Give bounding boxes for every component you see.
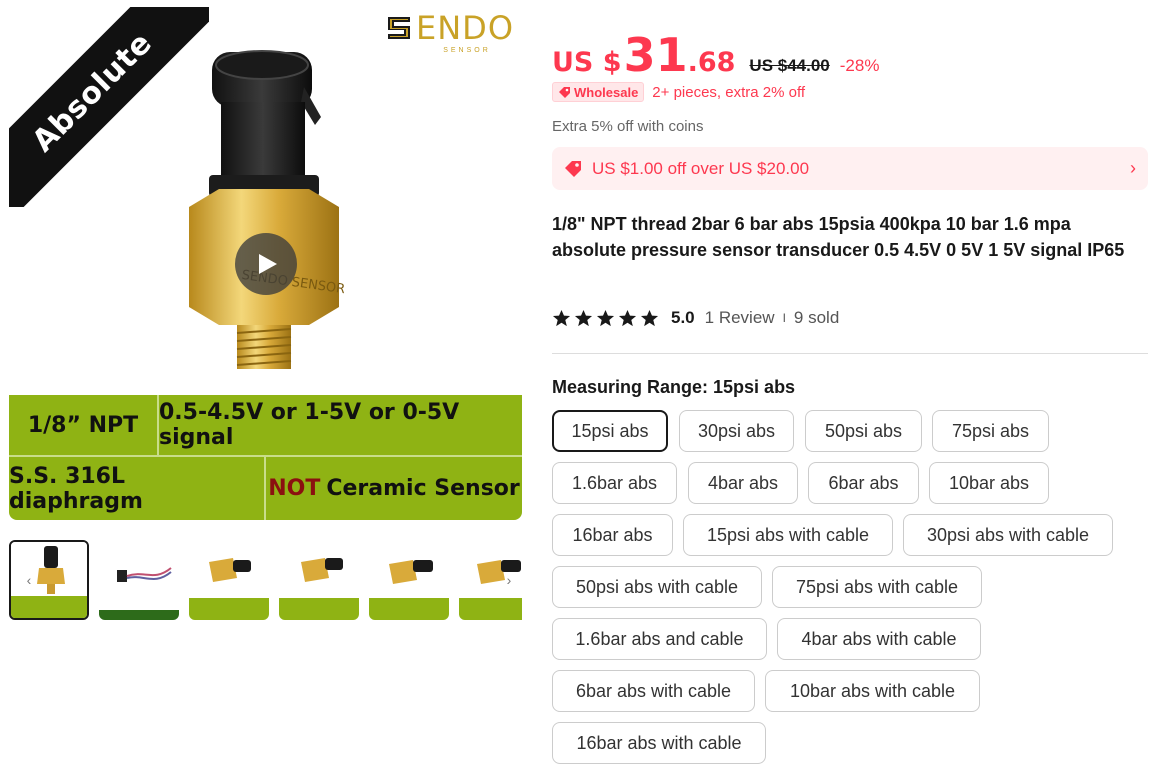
coupon-text: US $1.00 off over US $20.00	[592, 158, 810, 178]
spec-diaphragm: S.S. 316L diaphragm	[9, 457, 266, 520]
sku-option[interactable]: 75psi abs	[932, 410, 1049, 452]
sold-count: 9 sold	[793, 308, 840, 327]
coupon-bar[interactable]: US $1.00 off over US $20.00 ›	[552, 147, 1148, 190]
product-title: 1/8" NPT thread 2bar 6 bar abs 15psia 40…	[552, 214, 1125, 260]
product-gallery: SENDO SENSOR Absolute ENDO SENSOR 1/8” N…	[9, 7, 522, 620]
tag-icon	[559, 86, 570, 98]
sku-option[interactable]: 10bar abs	[929, 462, 1049, 504]
product-photo: SENDO SENSOR Absolute ENDO SENSOR	[9, 7, 522, 395]
rating-separator: I	[782, 311, 786, 325]
sensor-thumb-icon	[301, 558, 343, 582]
sku-option[interactable]: 10bar abs with cable	[765, 670, 980, 712]
main-product-image[interactable]: SENDO SENSOR Absolute ENDO SENSOR 1/8” N…	[9, 7, 522, 520]
coupon-tag-icon	[565, 160, 581, 177]
spec-banner: 1/8” NPT 0.5-4.5V or 1-5V or 0-5V signal…	[9, 395, 522, 520]
price-currency: US $	[552, 47, 622, 78]
star-rating	[552, 309, 659, 328]
sku-option[interactable]: 15psi abs	[552, 410, 668, 452]
thumbnail-2[interactable]	[99, 540, 179, 620]
wholesale-tag-label: Wholesale	[574, 84, 639, 100]
price-decimal: .68	[687, 47, 736, 78]
sku-option[interactable]: 30psi abs	[679, 410, 794, 452]
sku-option[interactable]: 50psi abs with cable	[552, 566, 762, 608]
play-icon	[259, 254, 277, 274]
sku-option[interactable]: 15psi abs with cable	[683, 514, 893, 556]
spec-ceramic: NOT Ceramic Sensor	[268, 476, 520, 501]
price-integer: 31	[623, 28, 688, 82]
badge-text: Absolute	[25, 25, 159, 159]
sku-option[interactable]: 16bar abs	[552, 514, 673, 556]
sku-option[interactable]: 50psi abs	[805, 410, 922, 452]
wholesale-text: 2+ pieces, extra 2% off	[652, 83, 806, 101]
sku-option[interactable]: 1.6bar abs	[552, 462, 677, 504]
discount-percent: -28%	[839, 56, 880, 75]
divider	[552, 353, 1148, 354]
wholesale-row: Wholesale 2+ pieces, extra 2% off	[552, 82, 805, 102]
original-price: US $44.00	[749, 56, 830, 75]
sensor-thumb-icon	[209, 558, 251, 582]
chevron-right-icon: ›	[1130, 158, 1136, 178]
sku-option[interactable]: 6bar abs	[808, 462, 919, 504]
spec-thread: 1/8” NPT	[9, 395, 159, 457]
sku-option[interactable]: 6bar abs with cable	[552, 670, 755, 712]
thumbnail-3[interactable]	[189, 540, 269, 620]
spec-signal: 0.5-4.5V or 1-5V or 0-5V signal	[159, 395, 522, 457]
coins-text: Extra 5% off with coins	[552, 118, 704, 135]
wholesale-tag: Wholesale	[552, 82, 645, 102]
star-icon	[618, 309, 637, 326]
play-video-button[interactable]	[235, 233, 297, 295]
sku-option[interactable]: 30psi abs with cable	[903, 514, 1113, 556]
sendo-logo-mark-icon	[388, 17, 411, 39]
absolute-corner-badge: Absolute	[9, 7, 209, 207]
sku-option[interactable]: 4bar abs with cable	[777, 618, 981, 660]
rating-score: 5.0	[671, 308, 695, 327]
thumbnail-5[interactable]	[369, 540, 449, 620]
thumb-prev-arrow[interactable]: ‹	[19, 568, 39, 592]
star-icon	[574, 309, 593, 326]
thumb-next-arrow[interactable]: ›	[499, 568, 519, 592]
star-icon	[552, 309, 571, 326]
price-row: US $ 31 .68 US $44.00 -28%	[552, 28, 879, 82]
reviews-link[interactable]: 1 Review	[705, 308, 775, 328]
star-icon	[596, 309, 615, 326]
brand-word: ENDO	[416, 9, 514, 47]
cable-thumb-icon	[117, 567, 172, 582]
rating-row: 5.0 1 Review I 9 sold	[552, 308, 839, 328]
star-icon	[640, 309, 659, 326]
thumbnail-4[interactable]	[279, 540, 359, 620]
sku-option[interactable]: 16bar abs with cable	[552, 722, 766, 764]
sku-title: Measuring Range: 15psi abs	[552, 377, 796, 397]
sku-option[interactable]: 4bar abs	[688, 462, 798, 504]
thumbnail-strip: ‹ ›	[9, 540, 522, 620]
sensor-thumb-icon	[389, 560, 433, 584]
sku-option[interactable]: 75psi abs with cable	[772, 566, 982, 608]
brand-logo: ENDO SENSOR	[384, 11, 514, 54]
sku-option[interactable]: 1.6bar abs and cable	[552, 618, 767, 660]
brand-sub: SENSOR	[443, 47, 491, 54]
